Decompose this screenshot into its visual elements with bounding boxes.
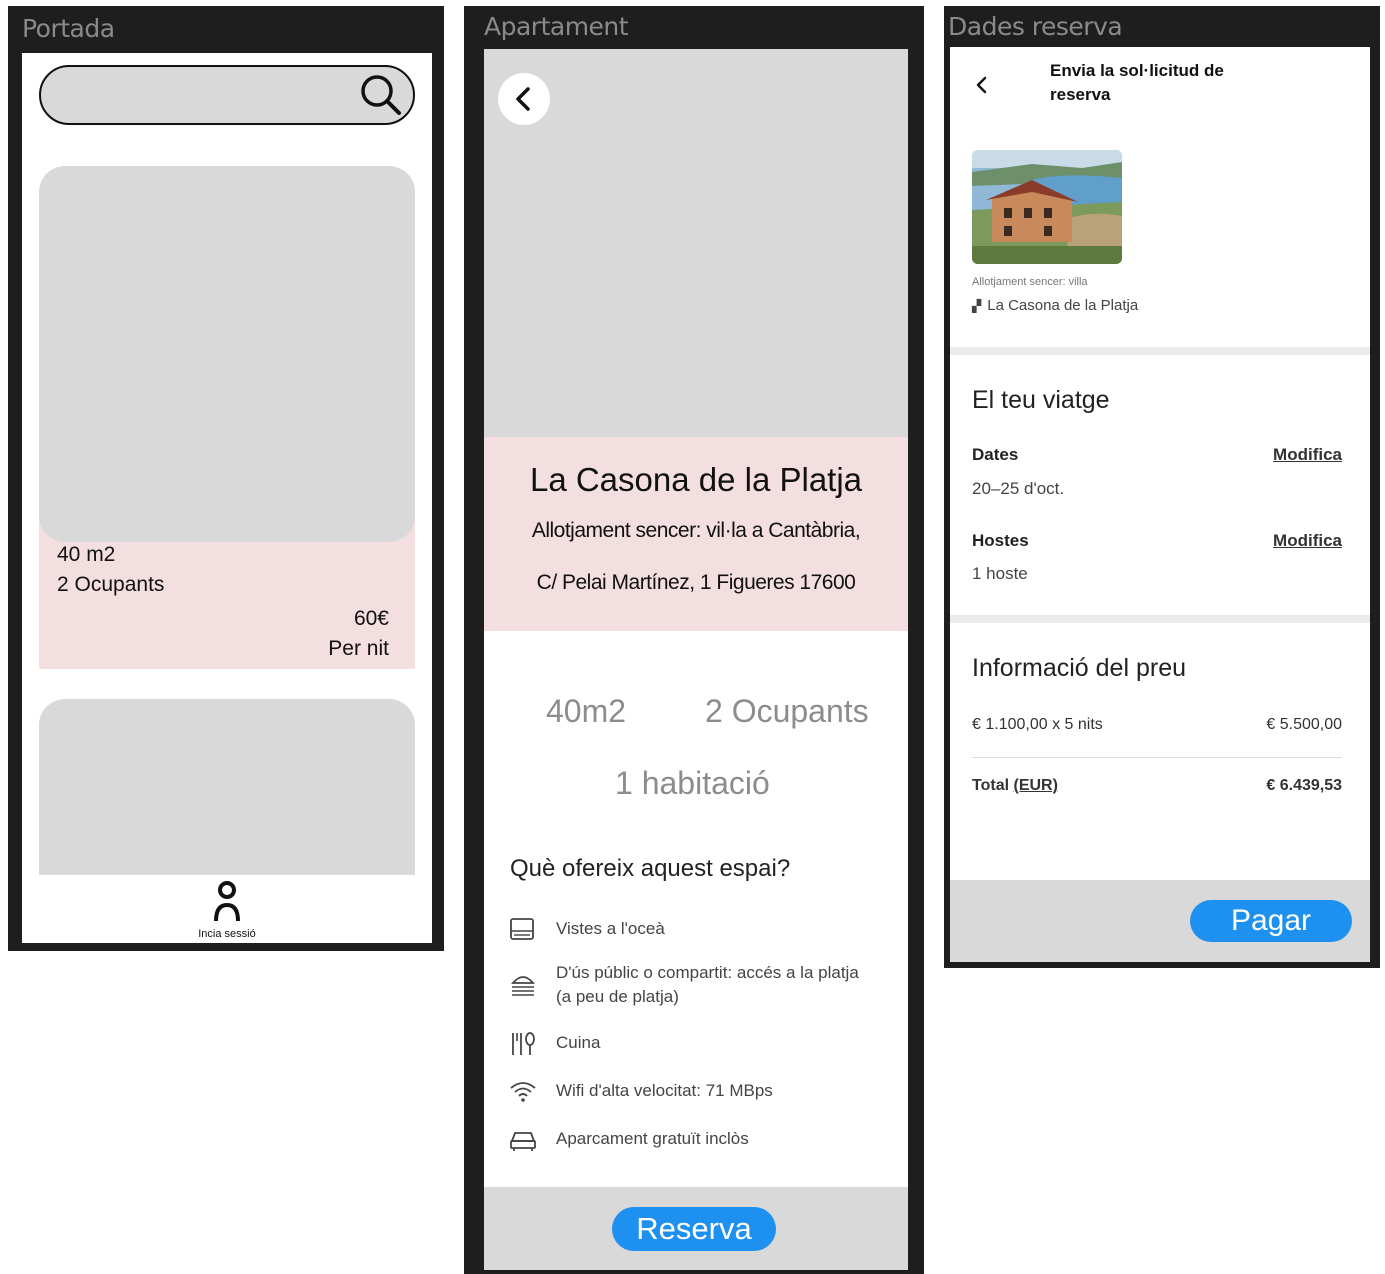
login-button[interactable]: Incia sessió	[172, 879, 282, 940]
back-button[interactable]	[974, 75, 990, 95]
guests-value: 1 hoste	[972, 564, 1028, 583]
amenity-label: Vistes a l'oceà	[556, 919, 665, 938]
apartment-info-band: La Casona de la Platja Allotjament sence…	[484, 437, 908, 631]
offers-title: Què ofereix aquest espai?	[510, 855, 791, 882]
price-line-value: € 5.500,00	[1266, 716, 1342, 733]
amenity-label: D'ús públic o compartit: accés a la plat…	[556, 963, 859, 1006]
apartment-subtitle: Allotjament sencer: vil·la a Cantàbria,	[531, 519, 861, 542]
apartment-title: La Casona de la Platja	[529, 461, 863, 498]
section-divider	[950, 347, 1370, 355]
reserve-button[interactable]: Reserva	[612, 1207, 776, 1251]
trip-title: El teu viatge	[972, 386, 1110, 414]
frame-title-apartament: Apartament	[484, 12, 629, 41]
section-divider	[950, 615, 1370, 623]
price-divider	[972, 757, 1342, 758]
amenity-label: Cuina	[556, 1033, 601, 1052]
total-value: € 6.439,53	[1266, 777, 1342, 794]
frame-title-portada: Portada	[22, 14, 115, 43]
listing-area: 40 m2	[57, 543, 116, 566]
reservation-header: Envia la sol·licitud de reserva	[1050, 61, 1224, 104]
apartment-photo	[484, 49, 908, 437]
amenity-item: D'ús públic o compartit: accés a la plat…	[508, 961, 888, 1013]
back-button[interactable]	[498, 73, 550, 125]
price-line-label: € 1.100,00 x 5 nits	[972, 716, 1103, 733]
dates-value: 20–25 d'oct.	[972, 479, 1065, 498]
listing-image-2[interactable]	[39, 699, 415, 875]
portada-screen: 40 m2 2 Ocupants 60€ Per nit Incia sessi…	[22, 53, 432, 943]
property-name-row: ▞ La Casona de la Platja	[972, 297, 1138, 314]
amenity-item: Aparcament gratuït inclòs	[508, 1127, 888, 1157]
search-icon[interactable]	[359, 73, 403, 117]
modify-guests-link[interactable]: Modifica	[1273, 531, 1342, 551]
apartament-frame: Apartament La Casona de la Platja Allotj…	[464, 6, 924, 1274]
apartment-footer: Reserva	[484, 1187, 908, 1270]
listing-image[interactable]	[39, 166, 415, 542]
dates-label: Dates	[972, 445, 1019, 464]
property-type: Allotjament sencer: villa	[972, 276, 1088, 288]
amenity-label: Wifi d'alta velocitat: 71 MBps	[556, 1081, 773, 1100]
amenity-item: Vistes a l'oceà	[508, 917, 888, 947]
currency-link[interactable]: (EUR)	[1013, 777, 1057, 794]
wifi-icon	[510, 1082, 536, 1102]
portada-frame: Portada 40 m2 2 Ocupants 60€ Per nit Inc…	[8, 6, 444, 951]
pay-button[interactable]: Pagar	[1190, 900, 1352, 942]
amenity-label: Aparcament gratuït inclòs	[556, 1129, 749, 1148]
ocean-view-icon	[510, 918, 534, 940]
amenity-item: Wifi d'alta velocitat: 71 MBps	[508, 1079, 888, 1109]
login-label: Incia sessió	[198, 928, 256, 940]
search-input[interactable]	[39, 65, 415, 125]
listing-price-unit: Per nit	[328, 637, 389, 660]
apartament-screen: La Casona de la Platja Allotjament sence…	[484, 49, 908, 1270]
guests-label: Hostes	[972, 531, 1029, 550]
apartment-address: C/ Pelai Martínez, 1 Figueres 17600	[536, 571, 856, 594]
stat-rooms: 1 habitació	[615, 765, 770, 801]
stat-occupants: 2 Ocupants	[705, 693, 869, 729]
chevron-left-icon	[516, 87, 530, 111]
total-label: Total	[972, 777, 1010, 794]
frame-title-dades-reserva: Dades reserva	[948, 12, 1123, 41]
property-name: La Casona de la Platja	[987, 297, 1139, 314]
kitchen-icon	[512, 1032, 535, 1055]
listing-price: 60€	[353, 607, 389, 630]
amenity-item: Cuina	[508, 1031, 888, 1061]
user-icon	[214, 881, 240, 922]
price-title: Informació del preu	[972, 654, 1187, 682]
beach-access-icon	[511, 976, 535, 996]
total-row: Total (EUR)	[972, 777, 1058, 795]
stat-area: 40m2	[546, 693, 627, 729]
property-thumbnail	[972, 150, 1122, 264]
modify-dates-link[interactable]: Modifica	[1273, 445, 1342, 465]
dades-reserva-screen: Envia la sol·licitud de reserva Allotjam…	[950, 47, 1370, 962]
car-icon	[510, 1132, 536, 1151]
listing-occupants: 2 Ocupants	[57, 573, 165, 596]
building-icon: ▞	[972, 299, 982, 313]
reservation-footer: Pagar	[950, 880, 1370, 962]
dades-reserva-frame: Dades reserva Envia la sol·licitud de re…	[944, 6, 1380, 968]
